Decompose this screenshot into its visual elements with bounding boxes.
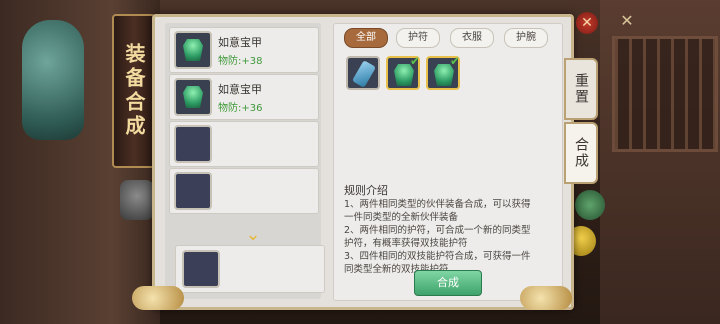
side-tab-label: 重置: [573, 73, 589, 105]
list-item[interactable]: [169, 168, 319, 214]
tab-amulet[interactable]: 护符: [396, 28, 440, 48]
tab-clothing[interactable]: 衣服: [450, 28, 494, 48]
equipment-slot[interactable]: ✔: [426, 54, 460, 90]
empty-slot[interactable]: [174, 172, 212, 210]
item-stat: 物防:+36: [218, 103, 263, 114]
rules-line: 护符，有概率获得双技能护符: [344, 238, 468, 249]
result-slot[interactable]: [182, 250, 220, 288]
check-icon: ✔: [409, 54, 420, 68]
list-item[interactable]: 如意宝甲 物防:+36: [169, 74, 319, 120]
item-slot[interactable]: [174, 31, 212, 69]
side-tab-merge[interactable]: 合成: [564, 122, 598, 184]
merge-arrow-icon: ⌄: [245, 224, 261, 245]
window-decoration: [612, 36, 718, 152]
item-slot[interactable]: [174, 78, 212, 116]
merge-panel: 如意宝甲 物防:+38 如意宝甲 物防:+36 ⌄ 全部 护符 衣服 护腕 ✔ …: [152, 14, 574, 310]
bracer-icon: [351, 60, 377, 88]
merge-button[interactable]: 合成: [414, 270, 482, 296]
cloud-decoration: [132, 286, 184, 310]
side-tab-label: 合成: [573, 137, 589, 169]
empty-slot[interactable]: [174, 125, 212, 163]
side-tab-reset[interactable]: 重置: [564, 58, 598, 120]
rules-line: 2、两件相同的护符，可合成一个新的同类型: [344, 225, 531, 236]
rules-title: 规则介绍: [344, 184, 388, 197]
vase-decoration: [22, 20, 84, 140]
pot-decoration: [120, 180, 154, 220]
result-slot-box: [175, 245, 325, 293]
item-stat: 物防:+38: [218, 56, 263, 67]
close-icon[interactable]: ✕: [576, 12, 598, 34]
close-icon[interactable]: ✕: [616, 10, 638, 32]
equipment-area: 全部 护符 衣服 护腕 ✔ ✔ 规则介绍 1、两件相同类型的伙伴装备合成，可以获…: [333, 23, 563, 301]
check-icon: ✔: [449, 54, 460, 68]
tab-bracer[interactable]: 护腕: [504, 28, 548, 48]
cloud-decoration: [520, 286, 572, 310]
list-item[interactable]: [169, 121, 319, 167]
armor-icon: [183, 39, 203, 61]
item-name: 如意宝甲: [218, 83, 262, 96]
equipment-slot[interactable]: [346, 56, 380, 90]
page-title: 装备合成: [122, 43, 146, 139]
rules-line: 3、四件相同的双技能护符合成，可获得一件: [344, 251, 531, 262]
equipment-slot[interactable]: ✔: [386, 54, 420, 90]
rules-line: 一件同类型的全新伙伴装备: [344, 212, 459, 223]
list-item[interactable]: 如意宝甲 物防:+38: [169, 27, 319, 73]
armor-icon: [183, 86, 203, 108]
item-name: 如意宝甲: [218, 36, 262, 49]
tab-all[interactable]: 全部: [344, 28, 388, 48]
title-banner: 装备合成: [112, 14, 156, 168]
plant-decoration: [575, 190, 605, 220]
material-list: 如意宝甲 物防:+38 如意宝甲 物防:+36 ⌄: [165, 23, 325, 299]
rules-line: 1、两件相同类型的伙伴装备合成，可以获得: [344, 199, 531, 210]
